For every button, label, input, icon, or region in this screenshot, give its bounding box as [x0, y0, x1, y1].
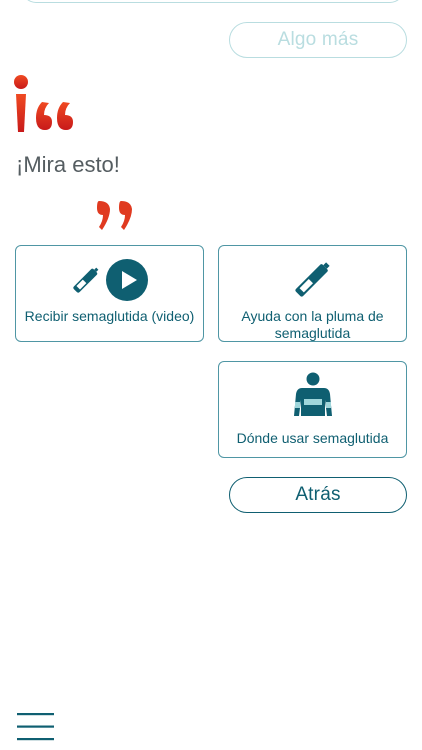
back-button[interactable]: Atrás [229, 477, 407, 513]
injection-site-card-label: Dónde usar semaglutida [236, 430, 389, 446]
body-icon [294, 372, 332, 416]
pen-icon [73, 267, 99, 293]
play-icon [106, 259, 148, 301]
pen-help-card[interactable]: Ayuda con la pluma de semaglutida [218, 245, 407, 342]
tip-text: ¡Mira esto! [16, 152, 120, 177]
video-card[interactable]: Recibir semaglutida (video) [15, 245, 204, 342]
top-input-edge [22, 0, 404, 3]
close-quote-icon [97, 201, 132, 230]
video-card-label: Recibir semaglutida (video) [24, 308, 195, 324]
hamburger-menu-icon[interactable] [17, 712, 54, 742]
pen-help-card-label: Ayuda con la pluma de semaglutida [241, 308, 384, 341]
more-button[interactable]: Algo más [229, 22, 407, 58]
injection-site-card[interactable]: Dónde usar semaglutida [218, 361, 407, 458]
pen-icon [295, 262, 330, 297]
exclamation-quote-icon [14, 75, 73, 132]
